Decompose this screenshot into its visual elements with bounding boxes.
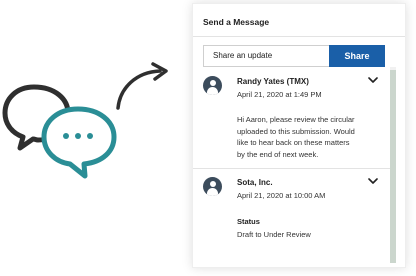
chevron-down-icon[interactable]	[368, 76, 378, 84]
app-root: Send a Message Share an update Share Ran…	[0, 0, 416, 276]
status-label: Status	[237, 217, 260, 226]
message-item: Randy Yates (TMX) April 21, 2020 at 1:49…	[203, 76, 383, 166]
panel-title: Send a Message	[203, 17, 270, 27]
share-button[interactable]: Share	[329, 45, 385, 67]
avatar-icon	[203, 76, 222, 95]
message-author: Randy Yates (TMX)	[237, 77, 309, 86]
dot-icon	[63, 133, 69, 139]
divider	[193, 36, 405, 37]
dot-icon	[75, 133, 81, 139]
chevron-down-icon[interactable]	[368, 177, 378, 185]
message-body-line: uploaded to this submission. Would	[237, 126, 355, 136]
message-body-line: by the end of next week.	[237, 149, 319, 159]
message-body-line: like to hear back on these matters	[237, 138, 350, 147]
message-date: April 21, 2020 at 1:49 PM	[237, 90, 322, 99]
message-body-line: Hi Aaron, please review the circular	[237, 115, 355, 124]
message-panel: Send a Message Share an update Share Ran…	[192, 3, 406, 268]
dot-icon	[87, 133, 93, 139]
teal-chat-bubble-icon	[41, 106, 117, 179]
curved-arrow-icon	[116, 69, 162, 110]
message-author: Sota, Inc.	[237, 178, 273, 187]
share-input[interactable]: Share an update	[203, 45, 329, 67]
message-body: Hi Aaron, please review the circular upl…	[237, 114, 383, 160]
chat-bubbles-illustration	[2, 62, 168, 179]
message-item: Sota, Inc. April 21, 2020 at 10:00 AM St…	[203, 177, 383, 247]
avatar-icon	[203, 177, 222, 196]
scrollbar-thumb[interactable]	[390, 70, 396, 263]
status-value: Draft to Under Review	[237, 230, 311, 239]
divider	[193, 168, 390, 169]
message-date: April 21, 2020 at 10:00 AM	[237, 191, 326, 200]
